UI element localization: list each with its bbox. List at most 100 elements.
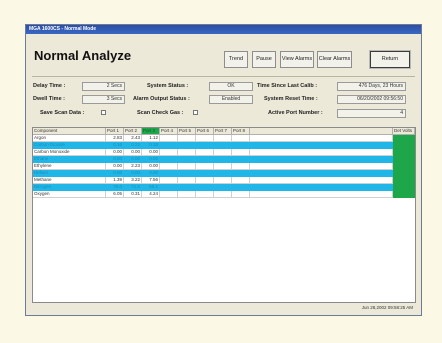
component-cell: Oxygen [33,191,106,198]
header-det-volts: Det Volts [393,128,415,135]
port-value-cell: 0.22 [124,142,142,149]
return-button[interactable]: Return [370,51,410,68]
port-value-cell: 2.83 [106,135,124,142]
empty-cell [178,163,196,170]
table-row[interactable]: Helium 0.00 0.00 0.00 [33,170,415,177]
empty-cell [214,191,232,198]
empty-cell [232,170,250,177]
empty-cell [196,177,214,184]
empty-cell [178,149,196,156]
empty-cell [250,191,393,198]
header-port-6: Port 6 [196,128,214,135]
empty-cell [214,156,232,163]
empty-cell [250,184,393,191]
port-value-cell: 0.00 [142,156,160,163]
empty-cell [214,135,232,142]
component-cell: Methane [33,177,106,184]
table-row[interactable]: Ethylene 0.00 2.23 0.00 [33,163,415,170]
port-value-cell: 0.16 [106,142,124,149]
component-cell: Ethane [33,156,106,163]
empty-cell [160,156,178,163]
table-row[interactable]: Ethane 0.00 0.00 0.00 [33,156,415,163]
empty-cell [178,135,196,142]
header-port-1: Port 1 [106,128,124,135]
port-value-cell: 2.23 [124,163,142,170]
empty-cell [232,135,250,142]
pause-button[interactable]: Pause [252,51,276,68]
empty-cell [196,142,214,149]
time-since-calib-value: 476 Days, 23 Hours [337,82,406,91]
port-value-cell: 2.43 [124,135,142,142]
delay-time-value: 2 Secs [82,82,125,91]
empty-cell [196,156,214,163]
empty-cell [214,184,232,191]
empty-cell [214,142,232,149]
header-port-5: Port 5 [178,128,196,135]
header-port-4: Port 4 [160,128,178,135]
empty-cell [178,177,196,184]
header-component: Component [33,128,106,135]
table-row[interactable]: Methane 1.39 3.22 7.56 [33,177,415,184]
port-value-cell: 75.0 [106,184,124,191]
scan-check-checkbox[interactable] [193,110,198,115]
empty-cell [160,184,178,191]
system-reset-label: System Reset Time : [264,96,318,102]
port-value-cell: 0.00 [106,163,124,170]
table-row[interactable]: Argon 2.83 2.43 1.12 [33,135,415,142]
component-cell: Nitrogen [33,184,106,191]
empty-cell [214,163,232,170]
empty-cell [250,170,393,177]
save-scan-label: Save Scan Data : [40,110,85,116]
empty-cell [250,177,393,184]
port-value-cell: 4.24 [142,191,160,198]
port-value-cell: 0.00 [142,149,160,156]
empty-cell [196,149,214,156]
header-port-3: Port 3 [142,128,160,135]
system-reset-value: 06/20/2002 09:56:50 [337,95,406,104]
dwell-time-label: Dwell Time : [33,96,65,102]
save-scan-checkbox[interactable] [101,110,106,115]
component-cell: Helium [33,170,106,177]
dwell-time-value: 3 Secs [82,95,125,104]
empty-cell [250,156,393,163]
empty-cell [250,149,393,156]
table-row[interactable]: Carbon Monoxide 0.00 0.00 0.00 [33,149,415,156]
empty-cell [196,170,214,177]
divider [32,76,415,77]
table-row[interactable]: Oxygen 6.05 0.31 4.24 [33,191,415,198]
empty-cell [178,191,196,198]
header-spacer [250,128,393,135]
empty-cell [232,149,250,156]
empty-cell [232,142,250,149]
clear-alarms-button[interactable]: Clear Alarms [317,51,352,68]
port-value-cell: 1.39 [106,177,124,184]
port-value-cell: 0.00 [124,156,142,163]
port-value-cell: 71.2 [124,184,142,191]
main-window: MGA 1600CS - Normal Mode Normal Analyze … [25,24,422,316]
trend-button[interactable]: Trend [224,51,248,68]
header-port-7: Port 7 [214,128,232,135]
empty-cell [178,142,196,149]
port-value-cell: 1.12 [142,135,160,142]
empty-cell [214,170,232,177]
view-alarms-button[interactable]: View Alarms [280,51,314,68]
empty-cell [196,135,214,142]
empty-cell [160,170,178,177]
port-value-cell: 0.18 [142,142,160,149]
component-cell: Argon [33,135,106,142]
alarm-output-label: Alarm Output Status : [133,96,190,102]
status-timestamp: Jun 28,2002 09:58:25 AM [361,305,413,310]
empty-cell [178,184,196,191]
empty-cell [196,184,214,191]
port-value-cell: 0.00 [142,163,160,170]
component-cell: Carbon Dioxide [33,142,106,149]
table-row[interactable]: Nitrogen 75.0 71.2 66.1 [33,184,415,191]
empty-cell [160,163,178,170]
component-cell: Ethylene [33,163,106,170]
data-grid[interactable]: Component Port 1 Port 2 Port 3 Port 4 Po… [32,127,416,303]
scan-check-label: Scan Check Gas : [137,110,184,116]
header-port-8: Port 8 [232,128,250,135]
table-row[interactable]: Carbon Dioxide 0.16 0.22 0.18 [33,142,415,149]
empty-cell [250,163,393,170]
delay-time-label: Delay Time : [33,83,66,89]
